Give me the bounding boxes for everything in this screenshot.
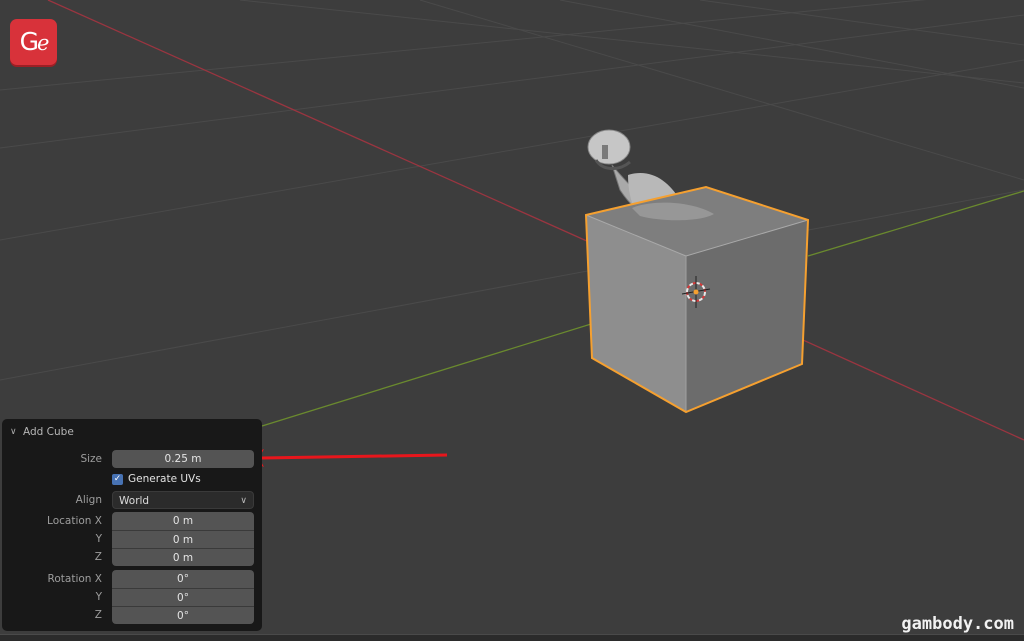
rotation-x-row: Rotation X 0° (2, 570, 262, 588)
cube-object[interactable] (584, 185, 810, 414)
logo-letter-g: G (19, 27, 39, 56)
align-dropdown[interactable]: World ∨ (112, 491, 254, 509)
3d-viewport[interactable]: Ge ∨ Add Cube Size 0.25 m ✓ Generate UVs… (0, 0, 1024, 641)
grid-line (699, 0, 1024, 46)
y-axis-line (261, 310, 634, 427)
location-y-field[interactable]: 0 m (112, 530, 254, 548)
rotation-z-field[interactable]: 0° (112, 606, 254, 624)
object-origin (693, 289, 699, 295)
generate-uvs-row: ✓ Generate UVs (2, 471, 262, 489)
rotation-x-field[interactable]: 0° (112, 570, 254, 588)
panel-title: Add Cube (23, 426, 74, 438)
location-z-field[interactable]: 0 m (112, 548, 254, 566)
generate-uvs-label: Generate UVs (128, 473, 201, 485)
checkmark-icon: ✓ (112, 473, 123, 485)
align-row: Align World ∨ (2, 491, 262, 509)
rotation-y-field[interactable]: 0° (112, 588, 254, 606)
grid-line (0, 14, 1024, 149)
grid-line (239, 0, 1024, 84)
gambody-watermark: gambody.com (901, 614, 1014, 634)
rotation-y-label: Y (95, 591, 102, 603)
x-axis-line (47, 0, 599, 247)
generate-uvs-checkbox[interactable]: ✓ Generate UVs (112, 471, 201, 487)
panel-header-toggle[interactable]: ∨ Add Cube (10, 424, 74, 440)
y-axis-line-far (807, 190, 1024, 257)
gambody-logo: Ge (10, 19, 57, 65)
rotation-z-label: Z (94, 609, 102, 621)
rotation-x-label: Rotation X (47, 573, 102, 585)
size-field[interactable]: 0.25 m (112, 450, 254, 468)
grid-line (0, 189, 1024, 381)
rotation-z-row: Z 0° (2, 606, 262, 624)
align-label: Align (75, 494, 102, 506)
location-x-row: Location X 0 m (2, 512, 262, 530)
chevron-down-icon: ∨ (240, 496, 247, 506)
location-y-label: Y (95, 533, 102, 545)
floor-grid (0, 0, 1024, 381)
size-row: Size 0.25 m (2, 450, 262, 468)
rotation-y-row: Y 0° (2, 588, 262, 606)
size-label: Size (80, 453, 102, 465)
chevron-down-icon: ∨ (10, 427, 17, 437)
add-cube-operator-panel: ∨ Add Cube Size 0.25 m ✓ Generate UVs Al… (2, 419, 262, 631)
align-value: World (119, 495, 150, 507)
location-z-label: Z (94, 551, 102, 563)
location-x-field[interactable]: 0 m (112, 512, 254, 530)
annotation-arrow (244, 449, 448, 467)
logo-letter-e: e (36, 31, 50, 55)
location-x-label: Location X (47, 515, 102, 527)
location-z-row: Z 0 m (2, 548, 262, 566)
grid-line (0, 59, 1024, 241)
location-y-row: Y 0 m (2, 530, 262, 548)
foot-cap (587, 129, 631, 165)
grid-line (0, 0, 927, 91)
